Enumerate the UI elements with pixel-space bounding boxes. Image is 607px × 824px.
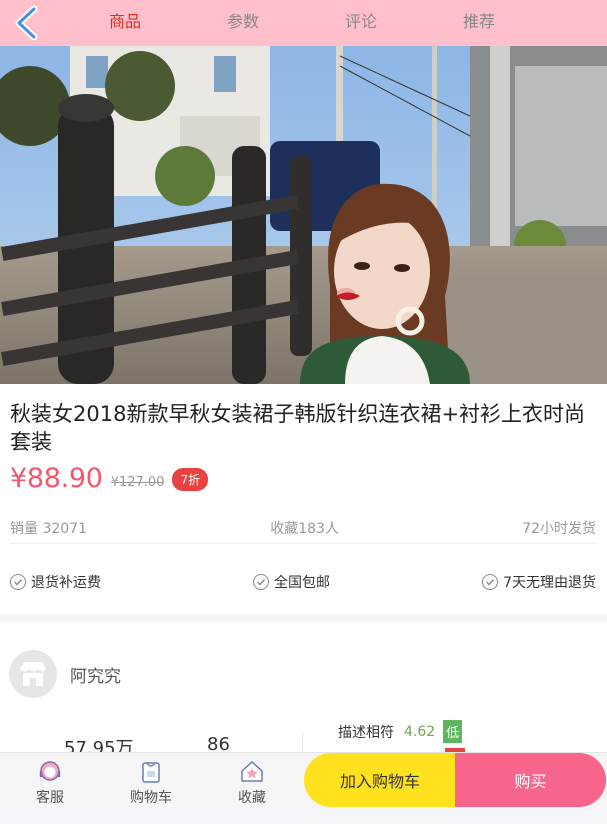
customer-service-label: 客服 <box>36 790 64 806</box>
check-circle-icon <box>10 574 26 590</box>
cart-button[interactable]: 购物车 <box>116 753 186 809</box>
favorite-button[interactable]: 收藏 <box>217 753 287 809</box>
store-icon <box>20 662 46 686</box>
guarantee-7day-return: 7天无理由退货 <box>482 572 596 592</box>
product-stats: 销量 32071 收藏183人 72小时发货 <box>10 518 596 538</box>
tab-product[interactable]: 商品 <box>66 0 184 46</box>
original-price: ¥127.00 <box>110 474 165 490</box>
cart-label: 购物车 <box>130 790 172 806</box>
bottom-spacer <box>0 808 607 824</box>
shop-rating-description: 描述相符 4.62 低 <box>338 720 463 743</box>
shop-name[interactable]: 阿究究 <box>70 662 121 687</box>
service-guarantees: 退货补运费 全国包邮 7天无理由退货 <box>10 572 596 592</box>
product-info-panel: 秋装女2018新款早秋女装裙子韩版针织连衣裙+衬衫上衣时尚套装 ¥88.90 ¥… <box>0 384 607 614</box>
guarantee-label: 退货补运费 <box>31 575 101 591</box>
current-price: ¥88.90 <box>10 462 103 494</box>
tab-params[interactable]: 参数 <box>184 0 302 46</box>
guarantee-label: 7天无理由退货 <box>503 575 596 591</box>
product-photo <box>0 46 607 384</box>
customer-service-button[interactable]: 客服 <box>15 753 85 809</box>
tab-recommend[interactable]: 推荐 <box>420 0 538 46</box>
divider <box>10 543 596 544</box>
guarantee-label: 全国包邮 <box>274 575 331 591</box>
price-row: ¥88.90 ¥127.00 7折 <box>10 461 209 495</box>
guarantee-return-shipping: 退货补运费 <box>10 572 101 592</box>
bottom-action-bar: 客服 购物车 收藏 加入购物车 购买 <box>0 752 607 808</box>
shopping-bag-icon <box>142 762 160 783</box>
tab-reviews[interactable]: 评论 <box>302 0 420 46</box>
back-button[interactable] <box>12 5 46 41</box>
rating-tag: 低 <box>443 720 463 743</box>
nav-tabs: 商品 参数 评论 推荐 <box>66 0 546 46</box>
check-circle-icon <box>482 574 499 590</box>
rating-label: 描述相符 <box>338 724 394 741</box>
buy-now-button[interactable]: 购买 <box>455 753 606 807</box>
guarantee-free-shipping: 全国包邮 <box>253 572 330 592</box>
shipping-time: 72小时发货 <box>522 521 596 537</box>
favorite-label: 收藏 <box>238 790 266 806</box>
customer-service-icon <box>39 761 61 781</box>
chevron-left-icon <box>15 5 38 41</box>
discount-badge: 7折 <box>172 467 209 491</box>
sales-count: 销量 32071 <box>10 521 87 537</box>
add-to-cart-button[interactable]: 加入购物车 <box>304 753 456 807</box>
top-nav-bar: 商品 参数 评论 推荐 <box>0 0 607 46</box>
product-title: 秋装女2018新款早秋女装裙子韩版针织连衣裙+衬衫上衣时尚套装 <box>10 402 586 454</box>
check-circle-icon <box>253 574 270 590</box>
rating-score: 4.62 <box>404 723 436 740</box>
product-hero-image[interactable] <box>0 46 607 384</box>
favorites-count: 收藏183人 <box>270 521 339 537</box>
star-house-icon <box>241 760 263 782</box>
shop-avatar[interactable] <box>9 650 57 698</box>
